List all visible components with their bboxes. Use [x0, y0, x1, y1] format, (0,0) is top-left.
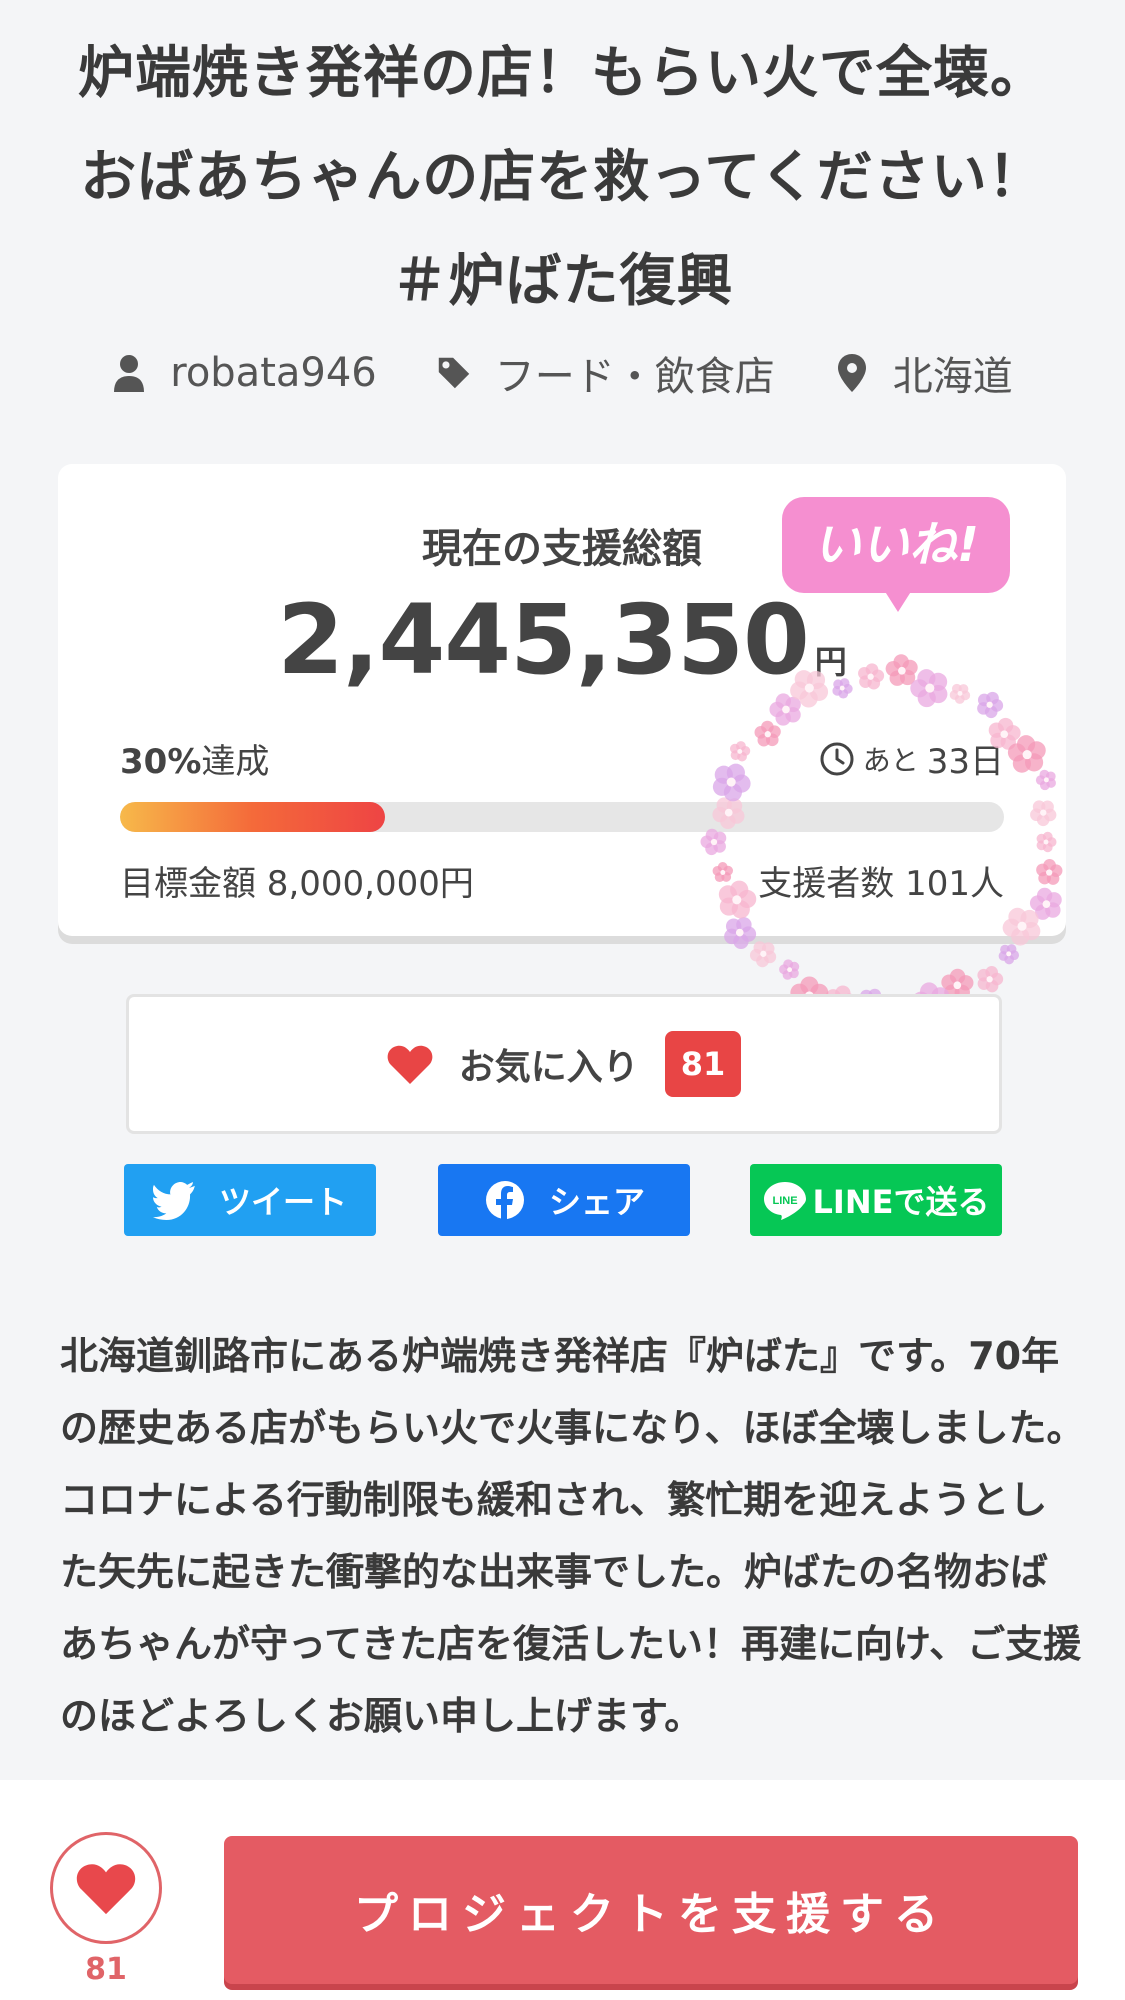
- heart-icon: [76, 1864, 136, 1915]
- line-share-button[interactable]: LINE LINEで送る: [750, 1164, 1002, 1236]
- heart-icon: [387, 1045, 433, 1084]
- remaining-days: 33日: [926, 742, 1004, 782]
- like-count: 81: [85, 1952, 127, 1987]
- location-name: 北海道: [892, 354, 1013, 400]
- category-link[interactable]: フード・飲食店: [437, 344, 775, 402]
- days-remaining: あと 33日: [819, 734, 1004, 783]
- backer-count: 支援者数 101人: [758, 864, 1004, 904]
- achievement-percent: 30%: [120, 742, 202, 782]
- funding-unit: 円: [814, 643, 847, 681]
- project-meta: robata946 フード・飲食店 北海道: [0, 340, 1125, 406]
- achievement-suffix: 達成: [201, 742, 270, 782]
- tag-icon: [438, 357, 469, 389]
- twitter-share-label: ツイート: [218, 1183, 347, 1221]
- user-icon: [114, 355, 145, 392]
- favorite-count: 81: [664, 1031, 742, 1097]
- facebook-share-label: シェア: [548, 1183, 645, 1221]
- owner-link[interactable]: robata946: [112, 350, 377, 396]
- project-description: 北海道釧路市にある炉端焼き発祥店『炉ばた』です。70年の歴史ある店がもらい火で火…: [60, 1334, 1085, 1738]
- owner-name: robata946: [170, 350, 377, 396]
- facebook-share-button[interactable]: シェア: [438, 1164, 690, 1236]
- bottom-action-bar: 81 プロジェクトを支援する: [0, 1780, 1125, 2000]
- flower-petal-cluster: [779, 959, 800, 980]
- map-pin-icon: [837, 354, 866, 392]
- flower-petal-cluster: [977, 966, 1004, 993]
- clock-icon: [820, 742, 854, 775]
- goal-amount: 目標金額 8,000,000円: [120, 864, 474, 904]
- funding-amount: 2,445,350: [277, 584, 810, 696]
- twitter-share-button[interactable]: ツイート: [124, 1164, 376, 1236]
- facebook-icon: [485, 1181, 524, 1220]
- favorite-label: お気に入り: [458, 1047, 639, 1088]
- achievement-rate: 30%達成: [120, 734, 269, 783]
- like-button[interactable]: [50, 1832, 162, 1944]
- flower-petal-cluster: [749, 941, 777, 968]
- funding-amount-row: 2,445,350 円: [58, 584, 1066, 696]
- support-project-button[interactable]: プロジェクトを支援する: [224, 1836, 1078, 1984]
- flower-petal-cluster: [998, 944, 1020, 965]
- svg-text:LINE: LINE: [772, 1195, 797, 1207]
- category-name: フード・飲食店: [494, 354, 775, 400]
- line-icon: LINE: [763, 1182, 806, 1220]
- twitter-bird-icon: [152, 1182, 195, 1220]
- iine-badge: いいね!: [782, 497, 1010, 593]
- progress-fill: [120, 802, 386, 832]
- project-title: 炉端焼き発祥の店！もらい火で全壊。おばあちゃんの店を救ってください！＃炉ばた復興: [78, 41, 1047, 314]
- favorite-button[interactable]: お気に入り 81: [126, 994, 1002, 1134]
- remaining-prefix: あと: [862, 743, 919, 777]
- iine-badge-tail: [884, 590, 912, 612]
- location-link[interactable]: 北海道: [835, 344, 1013, 402]
- progress-bar: [120, 802, 1004, 832]
- line-share-label: LINEで送る: [812, 1183, 990, 1221]
